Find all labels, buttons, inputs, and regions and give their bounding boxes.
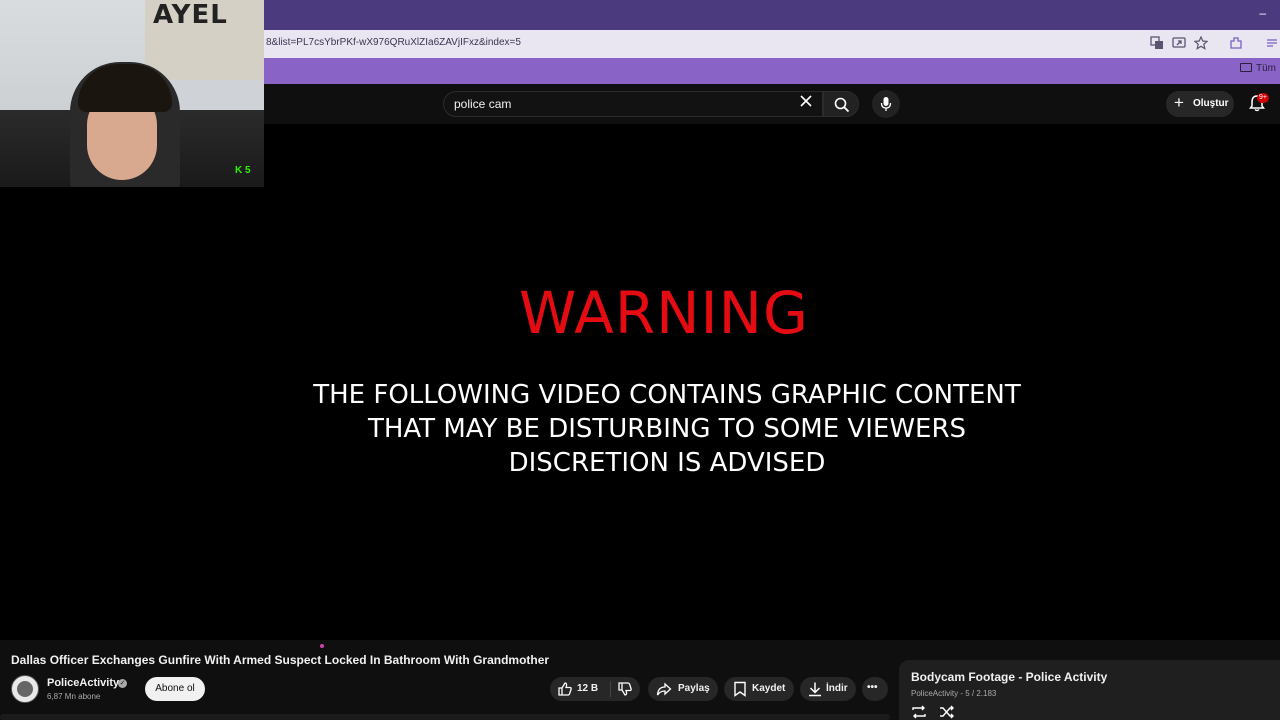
bookmark-folder-label: Tüm [1256,63,1276,74]
video-title: Dallas Officer Exchanges Gunfire With Ar… [11,653,550,667]
voice-search-button[interactable] [872,90,900,118]
channel-name[interactable]: PoliceActivity [47,677,119,689]
folder-icon [1240,63,1252,72]
download-button[interactable]: İndir [800,677,856,701]
share-label: Paylaş [678,683,710,694]
bookmark-star-icon[interactable] [1193,35,1209,52]
channel-avatar-emblem [17,681,33,697]
clear-search-icon[interactable] [796,94,816,114]
translate-icon[interactable] [1149,36,1165,52]
subscribe-button[interactable]: Abone ol [145,677,205,701]
webcam-overlay: AYEL K 5 [0,0,264,187]
shuffle-icon[interactable] [939,705,955,719]
window-minimize-button[interactable]: – [1259,6,1266,20]
bookmark-folder[interactable]: Tüm [1240,63,1276,74]
mouse-cursor [320,644,324,648]
dislike-button[interactable] [612,677,640,701]
like-count: 12 B [577,683,599,694]
microphone-icon [880,97,892,111]
warning-message: THE FOLLOWING VIDEO CONTAINS GRAPHIC CON… [0,378,1280,480]
download-icon [809,682,821,697]
search-query[interactable]: police cam [454,97,511,111]
like-divider [610,681,611,697]
more-actions-button[interactable]: ••• [862,677,888,701]
like-button[interactable]: 12 B [550,677,606,701]
playlist-subtitle: PoliceActivity - 5 / 2.183 [911,689,997,698]
download-label: İndir [826,683,848,694]
search-icon [834,97,850,113]
webcam-poster-text: AYEL [153,0,228,30]
save-button[interactable]: Kaydet [724,677,794,701]
cast-icon[interactable] [1171,36,1187,52]
extensions-icon[interactable] [1228,36,1244,52]
warning-title: WARNING [519,279,809,347]
address-url[interactable]: 8&list=PL7csYbrPKf-wX976QRuXlZIa6ZAVjIFx… [266,37,521,48]
create-label: Oluştur [1193,98,1229,109]
playlist-title[interactable]: Bodycam Footage - Police Activity [911,670,1107,684]
warning-line: THAT MAY BE DISTURBING TO SOME VIEWERS [367,414,967,444]
more-actions-label: ••• [867,682,878,693]
reading-list-icon[interactable] [1264,36,1280,52]
notifications-badge: 9+ [1257,93,1269,103]
verified-check-icon: ✓ [118,679,127,688]
warning-line: THE FOLLOWING VIDEO CONTAINS GRAPHIC CON… [313,380,1021,410]
save-label: Kaydet [752,683,786,694]
plus-icon: + [1174,93,1184,112]
bookmark-icon [734,681,746,697]
thumbs-down-icon [618,682,632,696]
subscriber-count: 6,87 Mn abone [47,692,101,701]
share-arrow-icon [656,682,672,696]
search-button[interactable] [823,91,859,117]
share-button[interactable]: Paylaş [648,677,718,701]
loop-playlist-icon[interactable] [911,705,927,719]
webcam-overlay-badge: K 5 [235,165,251,176]
warning-line: DISCRETION IS ADVISED [508,448,826,478]
description-box[interactable] [0,714,890,720]
thumbs-up-icon [558,682,572,696]
